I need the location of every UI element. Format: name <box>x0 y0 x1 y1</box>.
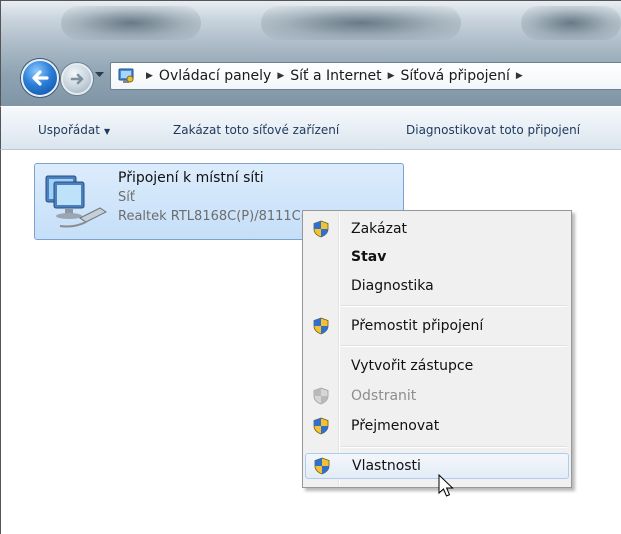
breadcrumb-separator-icon[interactable]: ▶ <box>516 71 523 81</box>
command-bar: Uspořádat ▼ Zakázat toto síťové zařízení … <box>0 106 621 150</box>
recent-pages-dropdown[interactable] <box>93 69 105 81</box>
menu-item-label: Diagnostika <box>351 278 434 294</box>
menu-separator <box>341 446 567 448</box>
uac-shield-icon <box>305 383 337 409</box>
control-panel-icon <box>118 68 134 83</box>
glass-reflection <box>521 6 621 40</box>
menu-separator <box>341 345 567 347</box>
menu-item-label: Vytvořit zástupce <box>351 358 474 374</box>
menu-separator <box>341 305 567 307</box>
menu-item-disable[interactable]: Zakázat <box>305 216 569 242</box>
address-bar[interactable]: ▶ Ovládací panely ▶ Síť a Internet ▶ Síť… <box>110 62 621 90</box>
breadcrumb-separator-icon[interactable]: ▶ <box>388 71 395 81</box>
window-frame: ▶ Ovládací panely ▶ Síť a Internet ▶ Síť… <box>0 0 621 106</box>
menu-item-bridge-connections[interactable]: Přemostit připojení <box>305 313 569 339</box>
menu-item-diagnostics[interactable]: Diagnostika <box>305 273 569 299</box>
breadcrumb-control-panel[interactable]: Ovládací panely <box>159 68 271 84</box>
organize-button[interactable]: Uspořádat ▼ <box>38 123 110 137</box>
menu-item-create-shortcut[interactable]: Vytvořit zástupce <box>305 353 569 379</box>
diagnose-connection-button[interactable]: Diagnostikovat toto připojení <box>406 123 580 137</box>
uac-shield-icon <box>305 313 337 339</box>
menu-item-label: Zakázat <box>351 221 408 237</box>
menu-item-label: Přejmenovat <box>351 418 440 434</box>
menu-item-delete: Odstranit <box>305 383 569 409</box>
menu-item-label: Vlastnosti <box>352 458 421 474</box>
uac-shield-icon <box>305 413 337 439</box>
disable-device-button[interactable]: Zakázat toto síťové zařízení <box>173 123 339 137</box>
connection-name: Připojení k místní síti <box>118 170 264 186</box>
breadcrumb-network-internet[interactable]: Síť a Internet <box>290 68 381 84</box>
organize-label: Uspořádat <box>38 123 100 137</box>
breadcrumb-network-connections[interactable]: Síťová připojení <box>401 68 510 84</box>
back-button[interactable] <box>21 59 59 97</box>
menu-item-label: Stav <box>351 249 387 265</box>
menu-item-label: Přemostit připojení <box>351 318 484 334</box>
back-arrow-icon <box>32 70 49 86</box>
connection-adapter: Realtek RTL8168C(P)/8111C(P) Family PCI-… <box>118 209 306 224</box>
menu-item-status[interactable]: Stav <box>305 244 569 270</box>
mouse-cursor-icon <box>438 474 454 497</box>
context-menu: Zakázat Stav Diagnostika Přemostit připo… <box>302 210 572 488</box>
network-connection-icon <box>45 175 107 228</box>
uac-shield-icon <box>306 453 338 479</box>
uac-shield-icon <box>305 216 337 242</box>
forward-button[interactable] <box>61 63 93 95</box>
breadcrumb-separator-icon[interactable]: ▶ <box>146 71 153 81</box>
glass-reflection <box>261 6 461 40</box>
menu-item-label: Odstranit <box>351 388 417 404</box>
chevron-down-icon <box>94 72 104 77</box>
connection-network: Síť <box>118 190 135 205</box>
glass-reflection <box>61 6 201 40</box>
forward-arrow-icon <box>70 73 84 85</box>
chevron-down-icon: ▼ <box>103 127 111 136</box>
breadcrumb-separator-icon[interactable]: ▶ <box>277 71 284 81</box>
menu-item-rename[interactable]: Přejmenovat <box>305 413 569 439</box>
